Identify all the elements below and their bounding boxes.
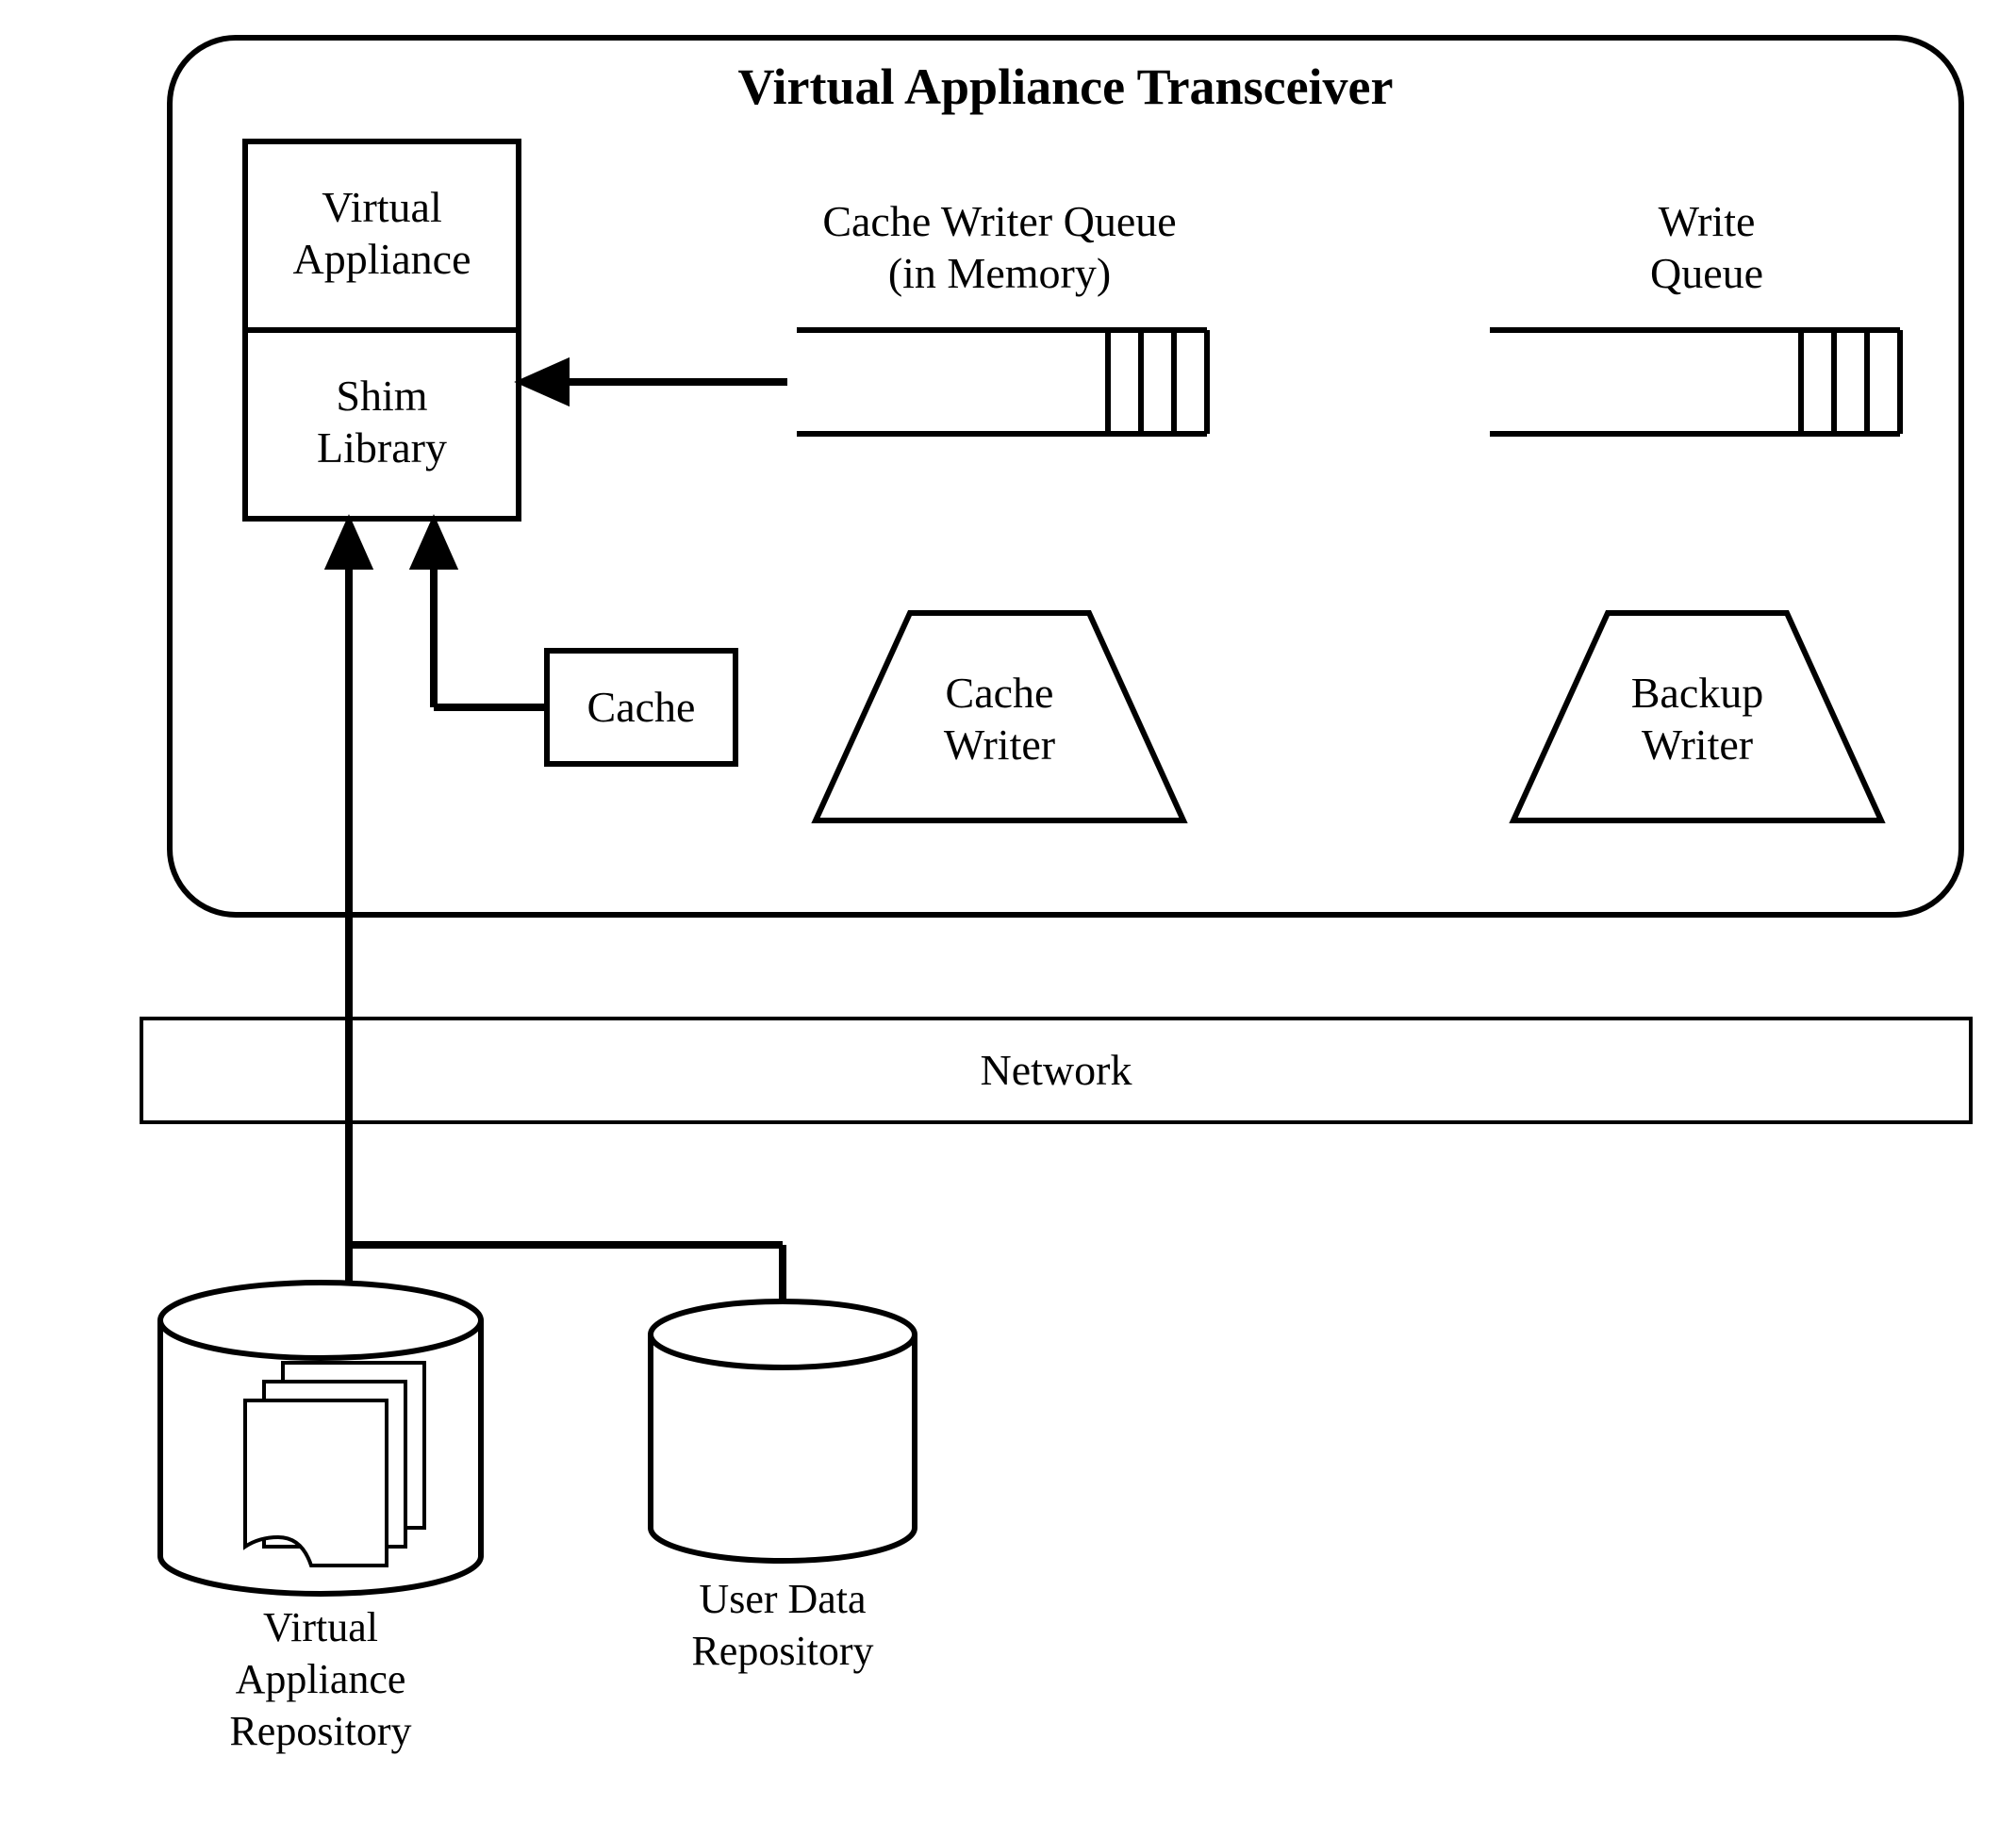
backup-writer-line2: Writer [1642, 721, 1753, 769]
cwq-label-line1: Cache Writer Queue [822, 197, 1176, 245]
cache-box-label: Cache [587, 683, 696, 731]
transceiver-title: Virtual Appliance Transceiver [738, 58, 1394, 115]
va-box-top-line2: Appliance [292, 235, 471, 283]
arrow-cwq-to-shim [523, 363, 787, 401]
cache-writer-trapezoid [816, 613, 1183, 820]
va-repo-line1: Virtual [263, 1604, 378, 1650]
user-repo-line1: User Data [699, 1576, 866, 1622]
transceiver-container [170, 38, 1961, 915]
va-repo-line3: Repository [229, 1708, 411, 1754]
cache-writer-line2: Writer [944, 721, 1055, 769]
network-label: Network [981, 1046, 1132, 1094]
wq-label-line2: Queue [1650, 249, 1763, 297]
write-queue-shape [1490, 330, 1900, 434]
arrow-cache-to-shim [415, 523, 547, 707]
wq-label-line1: Write [1659, 197, 1756, 245]
va-box-top-line1: Virtual [322, 183, 442, 231]
va-box-bot-line2: Library [317, 423, 447, 472]
user-repo-cylinder [651, 1301, 915, 1561]
cache-writer-line1: Cache [946, 669, 1054, 717]
va-box-bot-line1: Shim [336, 372, 427, 420]
backup-writer-line1: Backup [1631, 669, 1764, 717]
user-repo-line2: Repository [691, 1628, 873, 1674]
line-userrepo-join [349, 1245, 783, 1301]
cache-writer-queue-shape [797, 330, 1207, 434]
arrow-varepo-to-shim [330, 523, 368, 1283]
va-repo-line2: Appliance [236, 1656, 406, 1702]
cwq-label-line2: (in Memory) [888, 249, 1111, 297]
backup-writer-trapezoid [1513, 613, 1881, 820]
va-repo-cylinder [160, 1283, 481, 1594]
architecture-diagram: Virtual Appliance Transceiver Virtual Ap… [0, 0, 2016, 1839]
